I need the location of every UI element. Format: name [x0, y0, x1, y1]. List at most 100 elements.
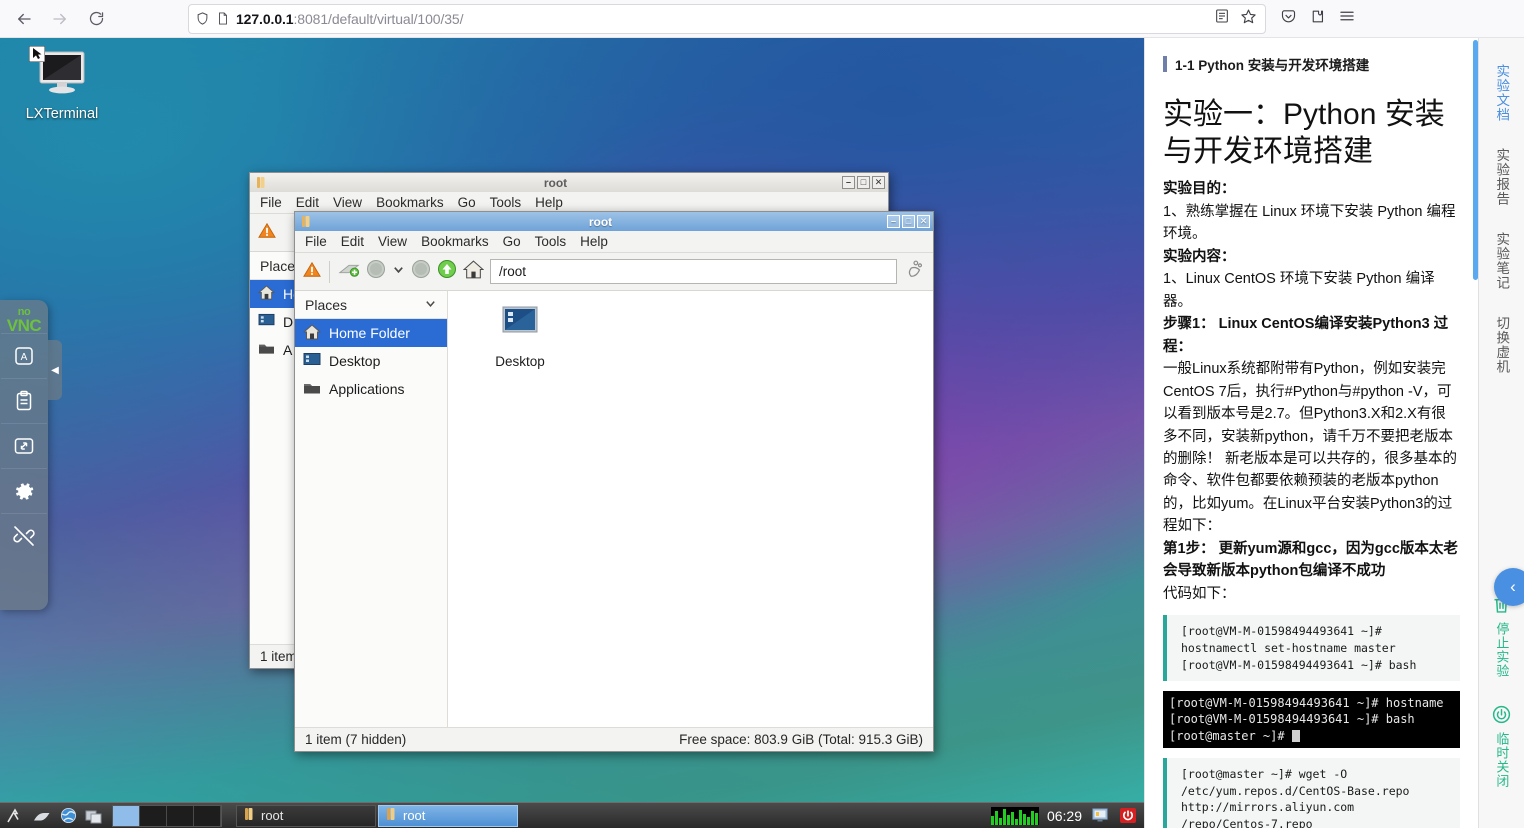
taskbar-item-root-1[interactable]: root [236, 804, 376, 827]
rail-tab-experiment-report[interactable]: 实验报告 [1494, 148, 1509, 206]
warning-triangle-icon[interactable] [303, 261, 321, 283]
system-tray: 06:29 [990, 806, 1144, 826]
menu-file[interactable]: File [305, 234, 327, 249]
rail-tab-experiment-doc[interactable]: 实验文档 [1494, 64, 1509, 122]
novnc-collapse-handle[interactable]: ◀ [48, 340, 62, 400]
settings-gear-icon[interactable] [1, 468, 47, 513]
document-content: 1-1 Python 安装与开发环境搭建 实验一：Python 安装与开发环境搭… [1145, 38, 1478, 828]
menu-view[interactable]: View [333, 195, 362, 210]
workspace-pager[interactable] [112, 804, 222, 827]
document-scrollbar[interactable] [1473, 40, 1478, 280]
place-item-desktop[interactable]: Desktop [295, 347, 447, 375]
file-manager-icon[interactable] [30, 805, 54, 827]
temporary-shutdown-label: 临时关闭 [1494, 732, 1510, 788]
menu-tools[interactable]: Tools [490, 195, 522, 210]
minimize-button[interactable]: – [887, 215, 900, 228]
place-item-home-folder[interactable]: Home Folder [295, 319, 447, 347]
chevron-down-icon[interactable] [424, 297, 437, 313]
body-text: 一般Linux系统都附带有Python，例如安装完CentOS 7后，执行#Py… [1163, 361, 1458, 535]
close-button[interactable]: ✕ [917, 215, 930, 228]
titlebar-back[interactable]: root – □ ✕ [250, 173, 888, 192]
path-input[interactable]: /root [490, 259, 897, 284]
rail-tab-switch-vm[interactable]: 切换虚机 [1494, 316, 1509, 374]
menu-edit[interactable]: Edit [341, 234, 364, 249]
maximize-button[interactable]: □ [857, 176, 870, 189]
bookmark-star-icon[interactable] [1240, 8, 1257, 30]
menu-go[interactable]: Go [458, 195, 476, 210]
shield-icon[interactable] [195, 11, 210, 26]
page-info-icon[interactable] [216, 11, 230, 26]
workspace-2[interactable] [140, 805, 167, 826]
warning-triangle-icon[interactable] [258, 222, 276, 244]
place-label-applications: Applications [329, 381, 405, 397]
reload-icon[interactable] [80, 4, 112, 34]
fullscreen-icon[interactable] [1, 423, 47, 468]
menu-bookmarks[interactable]: Bookmarks [421, 234, 489, 249]
view-mode-icon[interactable] [903, 258, 925, 285]
save-to-pocket-icon[interactable] [1280, 8, 1297, 30]
menu-bookmarks[interactable]: Bookmarks [376, 195, 444, 210]
clipboard-icon[interactable] [1, 378, 47, 423]
disconnect-icon[interactable] [1, 513, 47, 558]
novnc-control-bar: no VNC A [0, 300, 48, 610]
window-list-icon[interactable] [82, 805, 106, 827]
power-icon[interactable] [1118, 806, 1138, 826]
menu-file[interactable]: File [260, 195, 282, 210]
maximize-button[interactable]: □ [902, 215, 915, 228]
menu-view[interactable]: View [378, 234, 407, 249]
menu-help[interactable]: Help [580, 234, 608, 249]
menu-edit[interactable]: Edit [296, 195, 319, 210]
go-up-icon[interactable] [437, 259, 457, 284]
code-block-2: [root@master ~]# wget -O /etc/yum.repos.… [1163, 757, 1460, 828]
address-bar[interactable]: 127.0.0.1:8081/default/virtual/100/35/ [188, 3, 1266, 34]
taskbar-item-label: root [261, 808, 284, 823]
power-icon [1491, 704, 1512, 730]
keyboard-icon[interactable]: A [1, 333, 47, 378]
terminal-cursor [1291, 729, 1300, 742]
display-icon[interactable] [1090, 806, 1110, 826]
file-content-front[interactable]: Desktop [448, 291, 933, 727]
rail-tab-experiment-notes[interactable]: 实验笔记 [1494, 232, 1509, 290]
taskbar-item-label: root [403, 808, 426, 823]
extensions-icon[interactable] [1309, 8, 1326, 30]
desktop-icon-lxterminal[interactable]: LXTerminal [14, 46, 110, 122]
workspace-4[interactable] [194, 805, 221, 826]
menubar-front: File Edit View Bookmarks Go Tools Help [295, 231, 933, 253]
forward-arrow-icon[interactable] [44, 4, 76, 34]
breadcrumb-marker [1163, 56, 1167, 72]
menu-help[interactable]: Help [535, 195, 563, 210]
experiment-document-panel[interactable]: 1-1 Python 安装与开发环境搭建 实验一：Python 安装与开发环境搭… [1144, 38, 1478, 828]
collapse-panel-button[interactable]: ‹ [1494, 568, 1524, 606]
back-arrow-icon[interactable] [8, 4, 40, 34]
taskbar-item-root-2[interactable]: root [378, 804, 518, 827]
address-bar-actions [1214, 8, 1259, 30]
menu-go[interactable]: Go [503, 234, 521, 249]
titlebar-front[interactable]: root – □ ✕ [295, 212, 933, 231]
place-item-applications[interactable]: Applications [295, 375, 447, 403]
menu-icon[interactable] [4, 805, 28, 827]
reader-view-icon[interactable] [1214, 8, 1230, 29]
browser-icon[interactable] [56, 805, 80, 827]
hamburger-menu-icon[interactable] [1338, 7, 1356, 30]
places-header-label: Place [260, 257, 296, 274]
vnc-desktop-viewport[interactable]: LXTerminal root – □ ✕ File Edit View Boo… [0, 38, 1144, 828]
taskbar-clock[interactable]: 06:29 [1047, 808, 1082, 824]
path-value: /root [499, 264, 527, 279]
places-header-front[interactable]: Places [295, 291, 447, 319]
close-button[interactable]: ✕ [872, 176, 885, 189]
temporary-shutdown-button[interactable]: 临时关闭 [1491, 704, 1512, 788]
minimize-button[interactable]: – [842, 176, 855, 189]
workspace-3[interactable] [167, 805, 194, 826]
stop-experiment-button[interactable]: 停止实验 [1491, 594, 1512, 678]
file-manager-window-front[interactable]: root – □ ✕ File Edit View Bookmarks Go T… [294, 211, 934, 752]
workspace-1[interactable] [113, 805, 140, 826]
toolbar-front: /root [295, 253, 933, 291]
chevron-down-icon[interactable] [392, 263, 405, 281]
back-icon[interactable] [366, 259, 386, 284]
home-icon[interactable] [462, 259, 485, 284]
cpu-monitor-icon[interactable] [990, 806, 1039, 825]
new-tab-icon[interactable] [338, 260, 360, 283]
forward-icon[interactable] [411, 259, 431, 284]
file-item-desktop[interactable]: Desktop [474, 305, 566, 369]
menu-tools[interactable]: Tools [535, 234, 567, 249]
